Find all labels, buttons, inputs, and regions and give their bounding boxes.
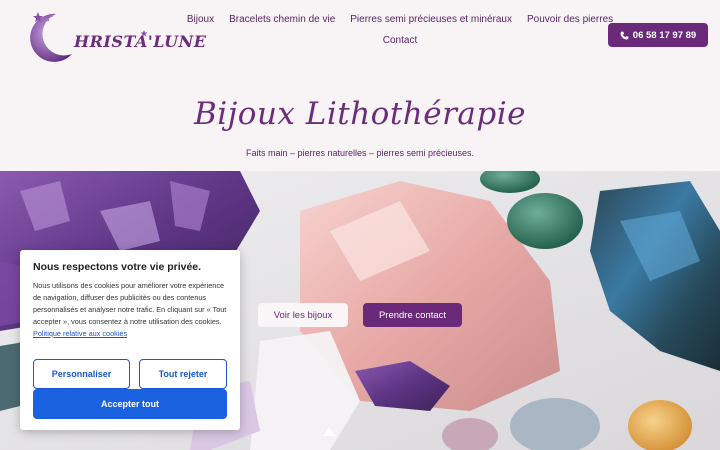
main-nav: Bijoux Bracelets chemin de vie Pierres s…	[187, 14, 613, 46]
nav-row-2: Contact	[190, 35, 610, 46]
nav-item-contact[interactable]: Contact	[383, 35, 417, 46]
reject-all-button[interactable]: Tout rejeter	[139, 359, 227, 389]
nav-item-pierres[interactable]: Pierres semi précieuses et minéraux	[350, 14, 512, 25]
cookie-button-row: Personnaliser Tout rejeter	[33, 359, 227, 389]
nav-item-bracelets[interactable]: Bracelets chemin de vie	[229, 14, 335, 25]
phone-icon	[620, 31, 629, 39]
cookie-text: Nous utilisons des cookies pour améliore…	[33, 280, 227, 340]
customize-button[interactable]: Personnaliser	[33, 359, 130, 389]
page-subtitle: Faits main – pierres naturelles – pierre…	[245, 148, 475, 158]
chevron-up-icon[interactable]	[323, 427, 335, 436]
cookie-consent-panel: Nous respectons votre vie privée. Nous u…	[20, 250, 240, 430]
phone-number: 06 58 17 97 89	[632, 29, 697, 41]
logo-text: HRISTA'LUNE	[74, 32, 207, 51]
cookie-policy-link[interactable]: Politique relative aux cookies	[33, 329, 127, 338]
phone-button[interactable]: 06 58 17 97 89	[608, 23, 708, 47]
nav-item-pouvoir[interactable]: Pouvoir des pierres	[527, 14, 613, 25]
site-header: HRISTA'LUNE Bijoux Bracelets chemin de v…	[0, 0, 720, 70]
nav-item-bijoux[interactable]: Bijoux	[187, 14, 214, 25]
accept-all-button[interactable]: Accepter tout	[33, 389, 227, 419]
cookie-description: Nous utilisons des cookies pour améliore…	[33, 281, 227, 326]
view-jewelry-button[interactable]: Voir les bijoux	[258, 303, 348, 327]
page-title: Bijoux Lithothérapie	[193, 96, 527, 132]
cookie-title: Nous respectons votre vie privée.	[33, 261, 202, 273]
title-section: Bijoux Lithothérapie Faits main – pierre…	[0, 70, 720, 171]
contact-button[interactable]: Prendre contact	[363, 303, 462, 327]
nav-row-1: Bijoux Bracelets chemin de vie Pierres s…	[187, 14, 613, 25]
logo[interactable]: HRISTA'LUNE	[26, 10, 206, 62]
